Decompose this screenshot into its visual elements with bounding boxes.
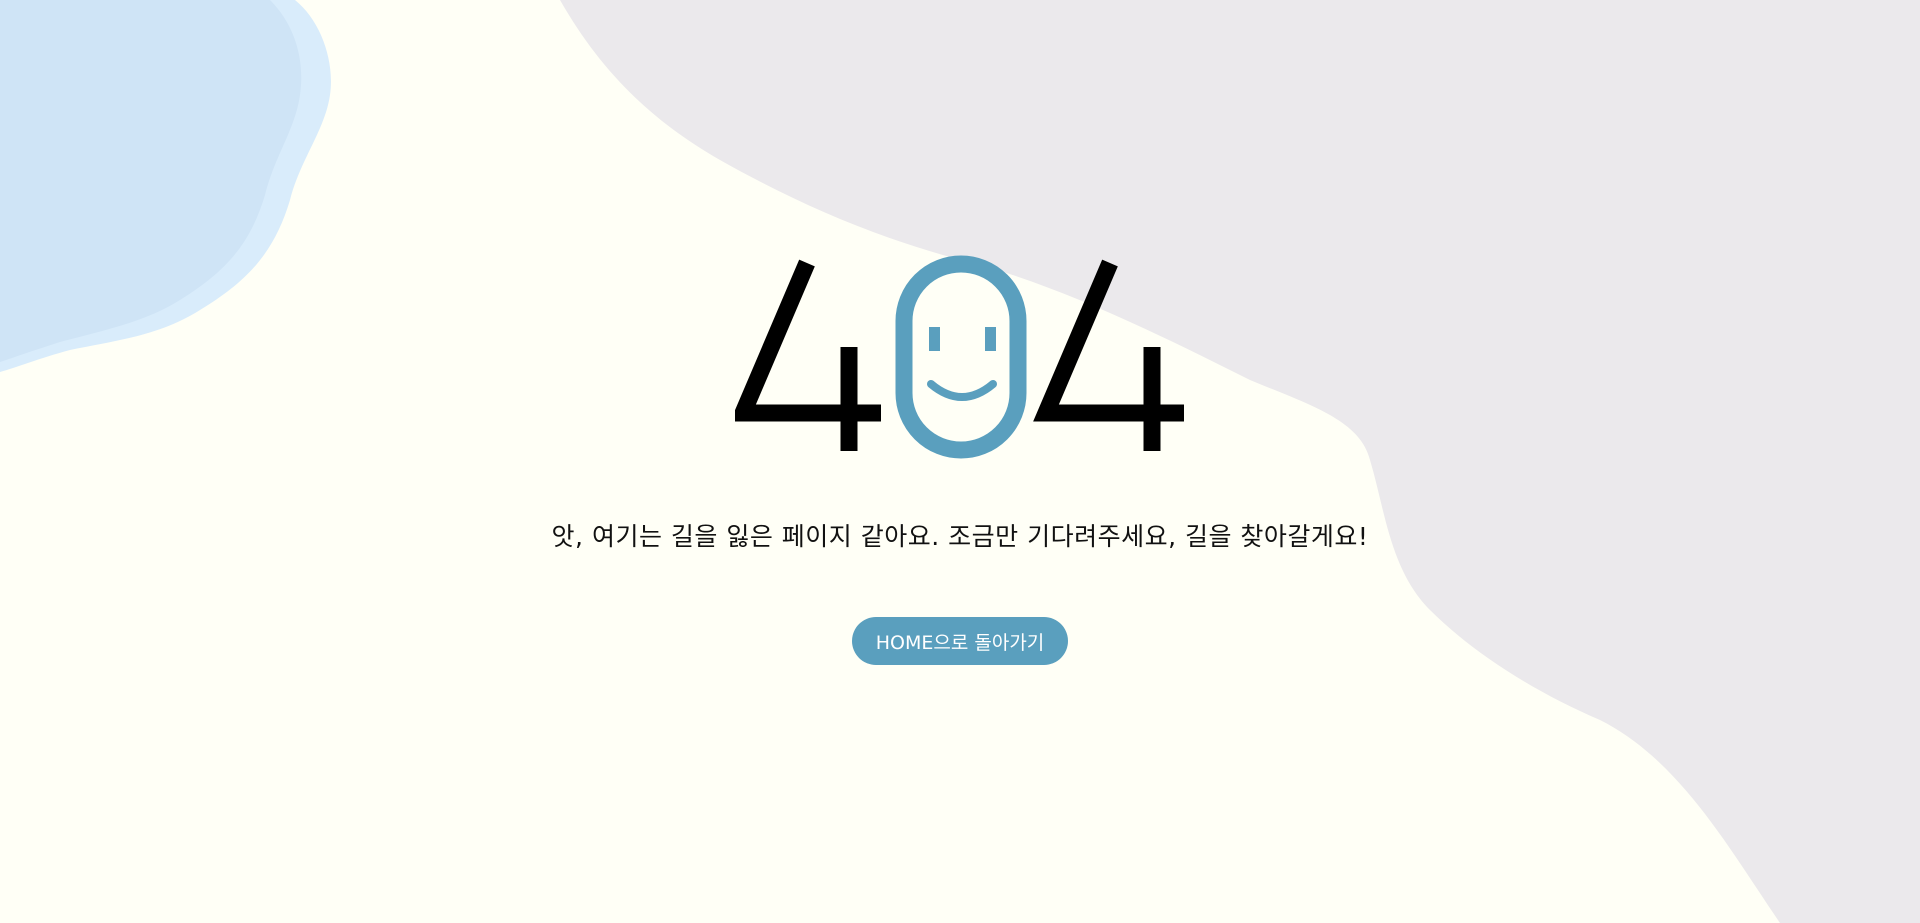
not-found-message: 앗, 여기는 길을 잃은 페이지 같아요. 조금만 기다려주세요, 길을 찾아갈… (551, 522, 1369, 551)
smiley-face-zero-icon (895, 255, 1027, 459)
home-button[interactable]: HOME으로 돌아가기 (852, 617, 1068, 665)
digit-four-left: 4 (735, 259, 881, 451)
content-area: 4 4 앗, 여기는 길을 잃은 페이지 같아요. 조금만 기다려주세요, 길을… (0, 0, 1920, 923)
error-code-404: 4 4 (735, 255, 1184, 459)
not-found-page: 4 4 앗, 여기는 길을 잃은 페이지 같아요. 조금만 기다려주세요, 길을… (0, 0, 1920, 923)
digit-four-right: 4 (1033, 259, 1184, 451)
home-button-label: HOME으로 돌아가기 (875, 631, 1045, 654)
